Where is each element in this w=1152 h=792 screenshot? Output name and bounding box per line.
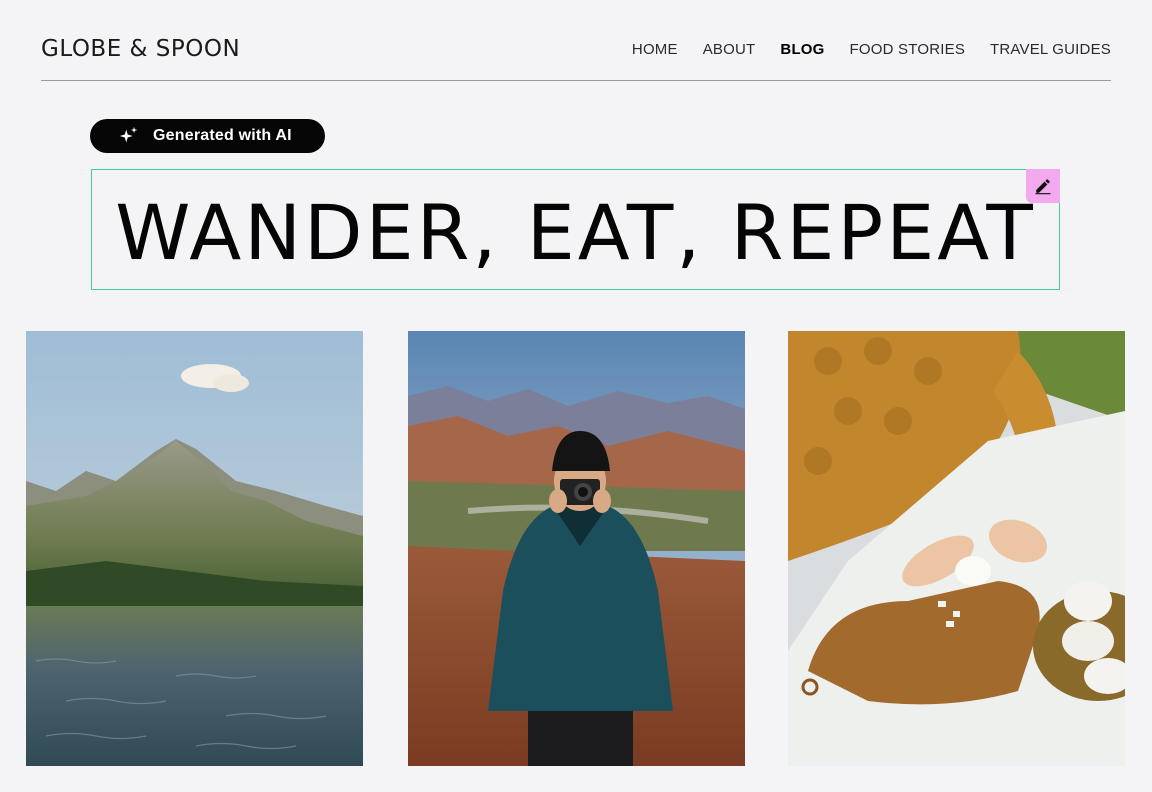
- site-header: GLOBE & SPOON HOME ABOUT BLOG FOOD STORI…: [41, 0, 1111, 81]
- main-nav: HOME ABOUT BLOG FOOD STORIES TRAVEL GUID…: [607, 41, 1111, 58]
- gallery-photo-photographer[interactable]: [408, 331, 745, 766]
- eggs-picnic-image: [788, 331, 1125, 766]
- photographer-image: [408, 331, 745, 766]
- sparkle-icon: [119, 126, 138, 143]
- nav-item-food-stories[interactable]: FOOD STORIES: [850, 41, 965, 58]
- nav-item-home[interactable]: HOME: [632, 41, 678, 58]
- generated-with-ai-badge: Generated with AI: [90, 119, 325, 153]
- gallery-photo-mountain-lake[interactable]: [26, 331, 363, 766]
- nav-item-about[interactable]: ABOUT: [703, 41, 756, 58]
- badge-label: Generated with AI: [153, 127, 292, 144]
- hero-title[interactable]: WANDER, EAT, REPEAT: [92, 188, 1059, 277]
- site-logo[interactable]: GLOBE & SPOON: [41, 36, 240, 62]
- pencil-icon: [1035, 179, 1051, 195]
- nav-item-blog[interactable]: BLOG: [780, 41, 824, 58]
- hero-title-selection[interactable]: WANDER, EAT, REPEAT: [91, 169, 1060, 290]
- edit-button[interactable]: [1026, 169, 1060, 203]
- nav-item-travel-guides[interactable]: TRAVEL GUIDES: [990, 41, 1111, 58]
- gallery-photo-eggs-picnic[interactable]: [788, 331, 1125, 766]
- mountain-lake-image: [26, 331, 363, 766]
